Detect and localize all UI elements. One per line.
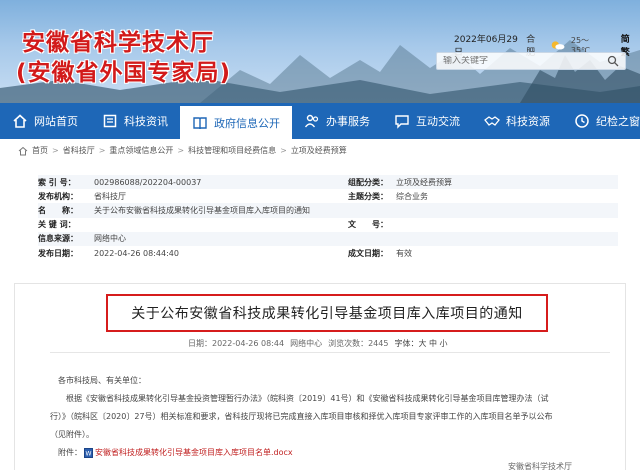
nav-label: 互动交流 bbox=[416, 115, 460, 128]
body-line: （见附件）。 bbox=[50, 430, 94, 439]
meta-value: 立项及经费预算 bbox=[396, 177, 452, 187]
chat-icon bbox=[395, 115, 409, 129]
nav-item-interaction[interactable]: 互动交流 bbox=[382, 103, 472, 139]
book-icon bbox=[193, 116, 207, 129]
nav-item-home[interactable]: 网站首页 bbox=[0, 103, 90, 139]
meta-value: 2022-04-26 08:44:40 bbox=[94, 248, 179, 258]
site-title: 安徽省科学技术厅 (安徽省外国专家局) bbox=[16, 28, 231, 88]
body-paragraph: 根据《安徽省科技成果转化引导基金投资管理暂行办法》（皖科资〔2019〕41号）和… bbox=[50, 390, 620, 444]
body-line: 根据《安徽省科技成果转化引导基金投资管理暂行办法》（皖科资〔2019〕41号）和… bbox=[66, 394, 549, 403]
meta-label: 信息来源： bbox=[38, 234, 78, 244]
attachment-row: 附件： W 安徽省科技成果转化引导基金项目库入库项目名单.docx bbox=[58, 444, 620, 462]
sun-cloud-icon bbox=[551, 41, 564, 50]
meta-value: 网络中心 bbox=[94, 234, 126, 244]
breadcrumb-item[interactable]: 省科技厅 bbox=[63, 145, 95, 156]
attachment-link[interactable]: 安徽省科技成果转化引导基金项目库入库项目名单.docx bbox=[95, 444, 293, 462]
search-icon[interactable] bbox=[607, 55, 619, 67]
header-banner: 安徽省科学技术厅 (安徽省外国专家局) 2022年06月29日 合肥 25～35… bbox=[0, 0, 640, 103]
document-meta-table: 索 引 号： 002986088/202204-00037 组配分类： 立项及经… bbox=[38, 175, 618, 275]
meta-label: 关 键 词： bbox=[38, 220, 76, 230]
meta-label: 组配分类： bbox=[348, 177, 388, 187]
main-nav: 网站首页 科技资讯 政府信息公开 办事服务 互动交流 科技资源 纪检之窗 bbox=[0, 103, 640, 139]
nav-item-discipline[interactable]: 纪检之窗 bbox=[562, 103, 640, 139]
article-title: 关于公布安徽省科技成果转化引导基金项目库入库项目的通知 bbox=[106, 294, 548, 332]
meta-label: 主题分类： bbox=[348, 191, 388, 201]
nav-label: 政府信息公开 bbox=[214, 116, 280, 130]
meta-value: 有效 bbox=[396, 248, 412, 258]
article-source: 网络中心 bbox=[290, 339, 323, 348]
search-box bbox=[436, 52, 626, 70]
nav-item-gov-info[interactable]: 政府信息公开 bbox=[180, 103, 292, 139]
handshake-icon bbox=[484, 116, 500, 126]
breadcrumb-separator: > bbox=[52, 146, 59, 155]
site-title-line2: (安徽省外国专家局) bbox=[16, 60, 232, 86]
breadcrumb-separator: > bbox=[177, 146, 185, 155]
breadcrumb-separator: > bbox=[280, 146, 287, 155]
breadcrumb-item[interactable]: 重点领域信息公开 bbox=[109, 145, 173, 156]
people-icon bbox=[304, 114, 319, 128]
meta-row: 关 键 词： 文 号： bbox=[38, 218, 618, 232]
breadcrumb-item[interactable]: 立项及经费预算 bbox=[291, 145, 347, 156]
meta-row: 发布机构： 省科技厅 主题分类： 综合业务 bbox=[38, 189, 618, 203]
meta-label: 名 称： bbox=[38, 205, 78, 215]
attachment-label: 附件： bbox=[58, 448, 82, 457]
meta-label: 发布日期： bbox=[38, 248, 78, 258]
meta-label: 发布机构： bbox=[38, 191, 78, 201]
word-doc-icon: W bbox=[84, 448, 93, 458]
article-info-bar: 日期：2022-04-26 08:44 网络中心 浏览次数：2445 字体：大 … bbox=[188, 338, 448, 349]
meta-row: 索 引 号： 002986088/202204-00037 组配分类： 立项及经… bbox=[38, 175, 618, 190]
meta-label: 文 号： bbox=[348, 220, 388, 230]
body-line: 行）》（皖科区〔2020〕27号）相关标准和要求，省科技厅现将已完成直接入库项目… bbox=[50, 412, 553, 421]
nav-item-resources[interactable]: 科技资源 bbox=[472, 103, 562, 139]
meta-row: 发布日期： 2022-04-26 08:44:40 成文日期： 有效 bbox=[38, 246, 618, 260]
nav-label: 科技资源 bbox=[506, 115, 550, 128]
meta-label: 成文日期： bbox=[348, 248, 388, 258]
article-date: 日期：2022-04-26 08:44 bbox=[188, 339, 285, 348]
home-icon bbox=[18, 146, 28, 155]
meta-label: 索 引 号： bbox=[38, 177, 76, 187]
nav-label: 办事服务 bbox=[326, 115, 370, 128]
search-input[interactable] bbox=[443, 56, 593, 66]
meta-value: 省科技厅 bbox=[94, 191, 126, 201]
meta-value: 关于公布安徽省科技成果转化引导基金项目库入库项目的通知 bbox=[94, 205, 310, 215]
article-views: 浏览次数：2445 bbox=[328, 339, 389, 348]
divider bbox=[50, 352, 610, 353]
news-icon bbox=[103, 114, 117, 128]
clock-icon bbox=[575, 114, 589, 128]
nav-label: 纪检之窗 bbox=[596, 115, 640, 128]
article-body: 各市科技局、有关单位： 根据《安徽省科技成果转化引导基金投资管理暂行办法》（皖科… bbox=[50, 372, 620, 462]
nav-label: 科技资讯 bbox=[124, 115, 168, 128]
breadcrumb: 首页 > 省科技厅 > 重点领域信息公开 > 科技管理和项目经费信息 > 立项及… bbox=[18, 145, 347, 156]
nav-item-news[interactable]: 科技资讯 bbox=[90, 103, 180, 139]
home-icon bbox=[13, 114, 27, 128]
breadcrumb-separator: > bbox=[98, 146, 106, 155]
font-size-switch[interactable]: 字体：大 中 小 bbox=[394, 338, 447, 349]
site-title-line1: 安徽省科学技术厅 bbox=[22, 30, 214, 56]
svg-text:W: W bbox=[86, 451, 92, 458]
breadcrumb-item[interactable]: 科技管理和项目经费信息 bbox=[188, 145, 276, 156]
signature: 安徽省科学技术厅 bbox=[508, 462, 572, 470]
meta-row: 信息来源： 网络中心 bbox=[38, 231, 618, 246]
breadcrumb-home[interactable]: 首页 bbox=[32, 145, 48, 156]
meta-row: 名 称： 关于公布安徽省科技成果转化引导基金项目库入库项目的通知 bbox=[38, 203, 618, 218]
meta-value: 综合业务 bbox=[396, 191, 428, 201]
nav-item-services[interactable]: 办事服务 bbox=[292, 103, 382, 139]
nav-label: 网站首页 bbox=[34, 115, 78, 128]
meta-value: 002986088/202204-00037 bbox=[94, 177, 202, 187]
salutation: 各市科技局、有关单位： bbox=[58, 376, 146, 385]
